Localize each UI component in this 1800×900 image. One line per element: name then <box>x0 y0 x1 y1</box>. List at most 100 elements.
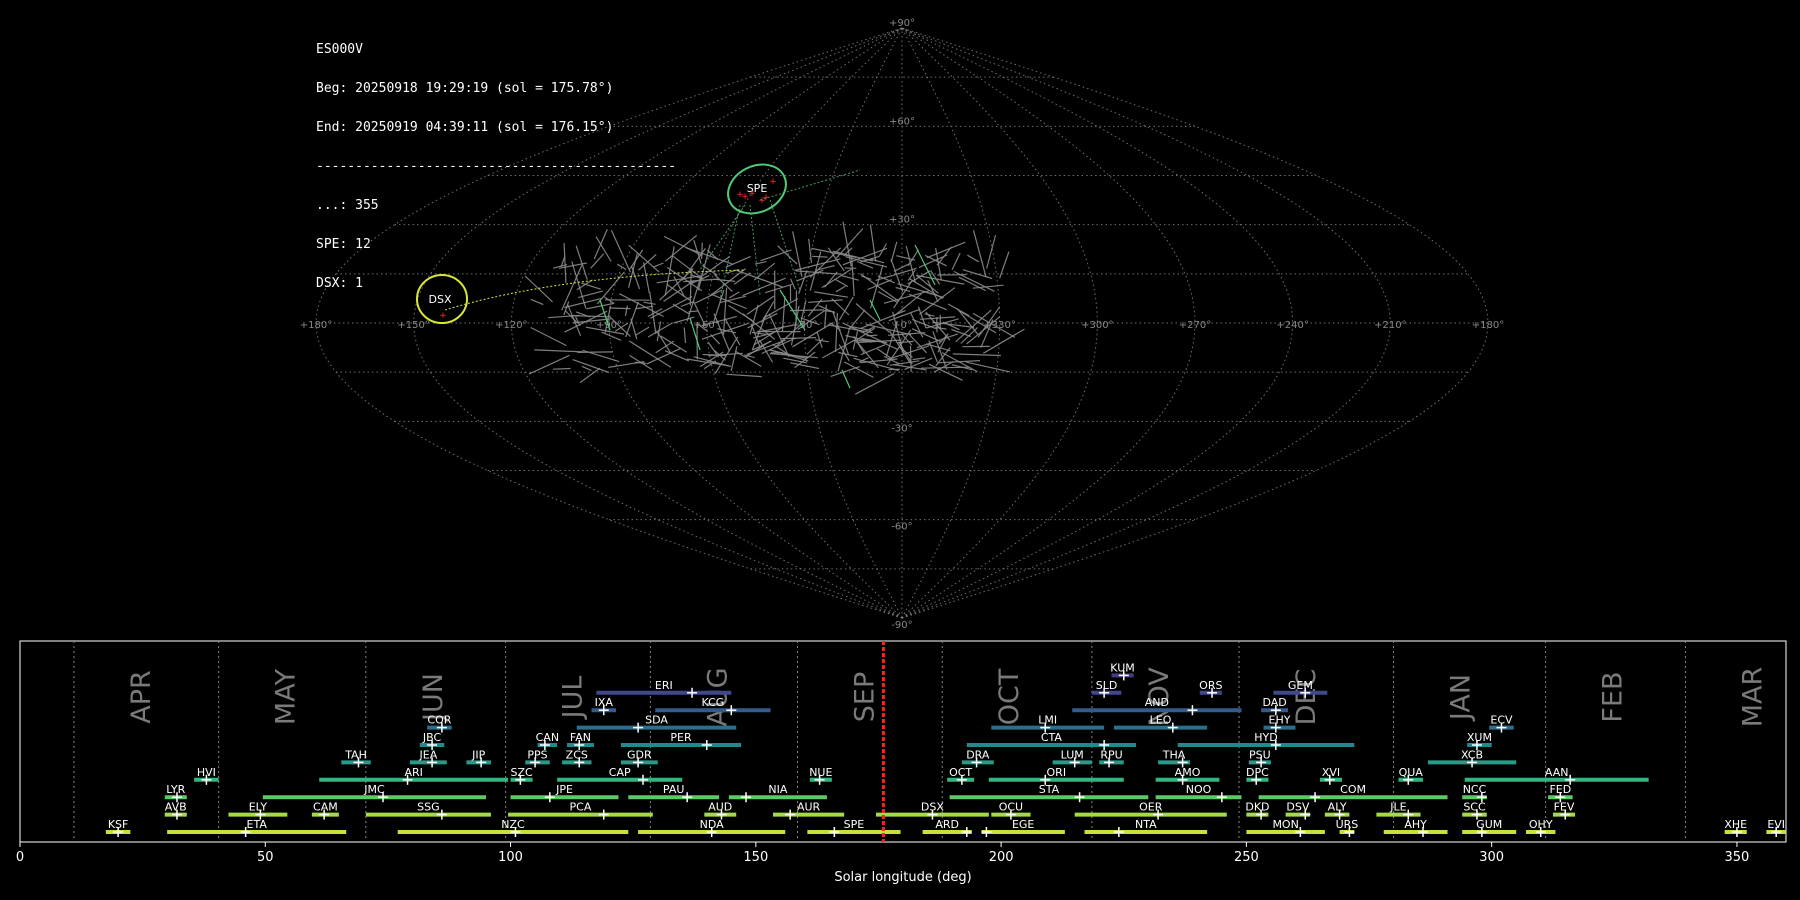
x-tick-label: 50 <box>257 850 274 865</box>
sporadic-trail <box>982 328 1025 354</box>
sporadic-trail <box>909 345 912 373</box>
shower-label: AMO <box>1175 766 1201 779</box>
spe-radiant-point: + <box>762 193 770 203</box>
x-tick-label: 100 <box>498 850 523 865</box>
shower-label: OCU <box>999 801 1023 814</box>
spe-backtrace <box>749 204 761 296</box>
shower-label: LMI <box>1038 714 1057 727</box>
sporadic-trail <box>609 307 631 310</box>
sporadic-trail <box>643 262 650 294</box>
sporadic-trail <box>534 349 584 353</box>
shower-label: GDR <box>627 748 652 761</box>
longitude-label: +210° <box>1374 320 1406 331</box>
sporadic-trail <box>835 278 849 288</box>
shower-label: EGE <box>1012 818 1034 831</box>
sporadic-trail <box>919 316 956 320</box>
shower-label: SDA <box>645 714 668 727</box>
shower-label: EHY <box>1269 714 1291 727</box>
sporadic-trail <box>815 265 835 271</box>
sporadic-trail <box>929 270 941 285</box>
shower-label: LUM <box>1061 748 1084 761</box>
sporadic-trail <box>577 351 613 353</box>
shower-label: XVI <box>1322 766 1340 779</box>
sporadic-trail <box>724 318 741 346</box>
sporadic-trail <box>840 274 859 281</box>
sporadic-trail <box>722 287 728 335</box>
sporadic-trail <box>663 235 703 257</box>
latitude-label: +60° <box>889 116 915 127</box>
sporadic-trail <box>664 350 690 362</box>
shower-label: NTA <box>1135 818 1157 831</box>
sporadic-trail <box>951 252 961 270</box>
sporadic-trail <box>710 334 721 345</box>
sporadic-trail <box>710 293 747 310</box>
sporadic-trail <box>849 309 866 329</box>
shower-label: ZCS <box>566 748 588 761</box>
sporadic-trail <box>809 251 822 291</box>
sporadic-trail <box>860 344 886 356</box>
sporadic-trail <box>736 269 783 288</box>
sporadic-trail <box>920 366 970 369</box>
sporadic-trail <box>965 361 1011 373</box>
shower-label: FEV <box>1554 801 1575 814</box>
sporadic-trail <box>643 301 656 305</box>
sporadic-trail <box>746 295 775 315</box>
shower-label: HVI <box>197 766 216 779</box>
shower-label: NZC <box>501 818 525 831</box>
shower-label: ELY <box>249 801 268 814</box>
sporadic-trail <box>530 326 567 347</box>
spe-radiant-point: + <box>769 177 777 187</box>
sporadic-trail <box>888 368 901 371</box>
sporadic-trail <box>835 285 846 293</box>
shower-label: KUM <box>1110 661 1134 674</box>
month-label: SEP <box>850 672 881 722</box>
sporadic-trail <box>650 295 693 319</box>
shower-label: JLE <box>1389 801 1406 814</box>
meridian <box>901 27 1391 619</box>
shower-label: JEA <box>419 748 438 761</box>
shower-label: SZC <box>510 766 533 779</box>
sky-map: +180°+150°+120°+90°+60°+30°+0°+330°+300°… <box>300 18 1504 631</box>
sporadic-trail <box>728 291 740 299</box>
sporadic-trail <box>986 234 997 269</box>
shower-label: CAP <box>609 766 631 779</box>
sporadic-trail <box>814 291 848 298</box>
shower-label: SLD <box>1096 679 1118 692</box>
plot-frame <box>19 640 1787 843</box>
longitude-label: +300° <box>1081 320 1113 331</box>
month-label: JUL <box>558 676 589 721</box>
shower-label: KSF <box>108 818 129 831</box>
shower-label: AAN <box>1545 766 1569 779</box>
shower-label: FAN <box>570 731 591 744</box>
shower-label: CAM <box>313 801 338 814</box>
shower-label: OCT <box>949 766 972 779</box>
sporadic-trail <box>689 268 692 306</box>
shower-label: TAH <box>344 748 367 761</box>
sporadic-trail <box>774 320 806 348</box>
sporadic-trail <box>524 275 553 303</box>
sporadic-trail <box>952 353 1001 357</box>
sporadic-trail <box>869 224 877 262</box>
sporadic-trail <box>947 303 970 317</box>
x-tick-label: 350 <box>1725 850 1750 865</box>
shower-label: STA <box>1039 783 1060 796</box>
shower-label: MON <box>1272 818 1298 831</box>
shower-label: AUD <box>708 801 732 814</box>
shower-label: RPU <box>1100 748 1122 761</box>
sporadic-trail <box>608 361 645 368</box>
shower-label: QUA <box>1399 766 1424 779</box>
shower-label: GUM <box>1476 818 1502 831</box>
x-axis: 0 50 100 150 200 250 300 350 Solar longitude (de… <box>16 842 1749 885</box>
sporadic-trail <box>762 297 799 319</box>
shower-label: PPS <box>527 748 547 761</box>
shower-label: ERI <box>655 679 673 692</box>
x-axis-title: Solar longitude (deg) <box>834 870 971 885</box>
sporadic-trail <box>634 326 650 336</box>
meridian <box>608 27 903 619</box>
sporadic-trail <box>870 264 884 309</box>
x-tick-label: 200 <box>989 850 1014 865</box>
shower-label: JIP <box>471 748 485 761</box>
sporadic-trail <box>596 271 625 305</box>
latitude-label: +30° <box>889 215 915 226</box>
sporadic-trail <box>725 255 751 268</box>
